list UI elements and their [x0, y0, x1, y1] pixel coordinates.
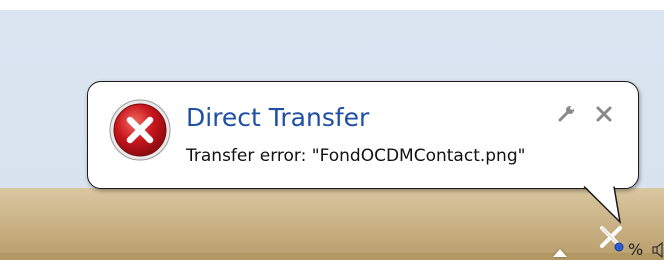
- battery-icon[interactable]: %: [628, 240, 643, 259]
- notification-message: Transfer error: "FondOCDMContact.png": [186, 146, 526, 166]
- show-hidden-icons-arrow[interactable]: [553, 249, 567, 257]
- error-icon: [109, 99, 171, 161]
- top-strip: [0, 0, 664, 10]
- volume-icon[interactable]: [652, 242, 664, 258]
- wrench-icon[interactable]: [557, 104, 577, 124]
- network-error-icon[interactable]: [596, 222, 626, 252]
- close-icon[interactable]: [594, 104, 614, 124]
- notification-title: Direct Transfer: [186, 103, 370, 132]
